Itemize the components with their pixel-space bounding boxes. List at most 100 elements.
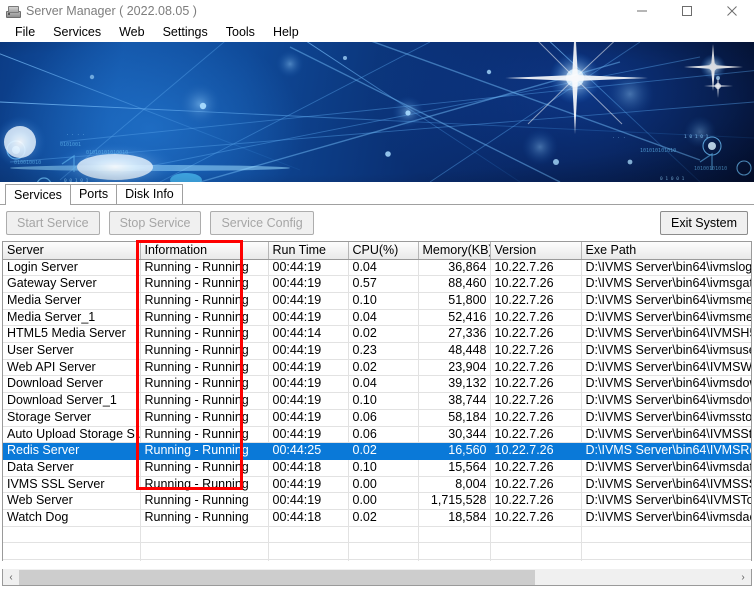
table-row[interactable]: Storage Server Running - Running 00:44:19 0…: [3, 409, 751, 427]
cell-server: HTML5 Media Server: [3, 325, 141, 344]
cell-information: Running - Running: [140, 275, 269, 293]
cell-server: Media Server_1: [3, 309, 141, 327]
table-row-empty[interactable]: [3, 526, 751, 544]
cell-memory: 8,004: [418, 476, 491, 494]
cell-version: 10.22.7.26: [490, 292, 582, 310]
column-header-version[interactable]: Version: [490, 242, 582, 260]
table-row[interactable]: Media Server_1 Running - Running 00:44:19 0…: [3, 309, 751, 327]
cell-cpu: 0.23: [348, 342, 419, 360]
cell-memory: 52,416: [418, 309, 491, 327]
menu-item-web[interactable]: Web: [110, 23, 153, 41]
cell-information: Running - Running: [140, 259, 269, 277]
table-header: Server Information Run Time CPU(%) Memor…: [3, 242, 751, 260]
table-row[interactable]: Media Server Running - Running 00:44:19 0.1…: [3, 292, 751, 310]
column-header-cpu[interactable]: CPU(%): [348, 242, 419, 260]
table-row[interactable]: IVMS SSL Server Running - Running 00:44:19…: [3, 476, 751, 494]
cell-exe-path: D:\IVMS Server\bin64\ivmsdownsvr: [581, 375, 751, 394]
toolbar: Start Service Stop Service Service Confi…: [0, 205, 754, 241]
cell-empty: [348, 526, 419, 544]
services-table: Server Information Run Time CPU(%) Memor…: [3, 242, 751, 561]
tab-services[interactable]: Services: [5, 184, 71, 205]
column-header-server[interactable]: Server: [3, 242, 141, 260]
window-controls: [619, 0, 754, 22]
cell-exe-path: D:\IVMS Server\bin64\ivmsdatasvr.: [581, 459, 751, 477]
cell-memory: 38,744: [418, 392, 491, 410]
cell-exe-path: D:\IVMS Server\bin64\ivmsgateway: [581, 275, 751, 293]
column-header-run-time[interactable]: Run Time: [268, 242, 349, 260]
cell-exe-path: D:\IVMS Server\bin64\IVMSStorage: [581, 426, 751, 444]
tab-disk-info[interactable]: Disk Info: [116, 184, 183, 204]
cell-memory: 88,460: [418, 275, 491, 293]
service-config-button[interactable]: Service Config: [210, 211, 314, 235]
cell-exe-path: D:\IVMS Server\bin64\IVMSTomcat: [581, 492, 751, 511]
cell-server: Login Server: [3, 259, 141, 277]
cell-server: Data Server: [3, 459, 141, 477]
table-row[interactable]: HTML5 Media Server Running - Running 00:44…: [3, 325, 751, 344]
cell-empty: [268, 559, 349, 561]
cell-empty: [268, 542, 349, 561]
cell-memory: 1,715,528: [418, 492, 491, 511]
menu-item-tools[interactable]: Tools: [217, 23, 264, 41]
scroll-left-icon[interactable]: ‹: [3, 570, 19, 585]
cell-server: Web API Server: [3, 359, 141, 377]
table-row[interactable]: Watch Dog Running - Running 00:44:18 0.02 18…: [3, 509, 751, 527]
cell-information: Running - Running: [140, 476, 269, 494]
table-row-empty[interactable]: [3, 559, 751, 561]
cell-empty: [140, 542, 269, 561]
cell-memory: 30,344: [418, 426, 491, 444]
cell-run-time: 00:44:19: [268, 342, 349, 360]
cell-server: Storage Server: [3, 409, 141, 427]
cell-empty: [581, 526, 751, 544]
cell-run-time: 00:44:19: [268, 292, 349, 310]
cell-information: Running - Running: [140, 492, 269, 511]
scrollbar-thumb[interactable]: [19, 569, 535, 585]
maximize-icon[interactable]: [664, 0, 709, 22]
cell-run-time: 00:44:25: [268, 442, 349, 460]
table-row[interactable]: Gateway Server Running - Running 00:44:19 0…: [3, 275, 751, 293]
column-header-exe-path[interactable]: Exe Path: [581, 242, 751, 260]
cell-run-time: 00:44:19: [268, 409, 349, 427]
services-table-container[interactable]: Server Information Run Time CPU(%) Memor…: [2, 241, 752, 561]
start-service-button[interactable]: Start Service: [6, 211, 100, 235]
menu-item-settings[interactable]: Settings: [154, 23, 217, 41]
cell-information: Running - Running: [140, 342, 269, 360]
scrollbar-track[interactable]: [19, 569, 735, 585]
cell-information: Running - Running: [140, 442, 269, 460]
cell-run-time: 00:44:19: [268, 375, 349, 394]
table-row[interactable]: Redis Server Running - Running 00:44:25 0.0…: [3, 442, 751, 460]
cell-information: Running - Running: [140, 309, 269, 327]
cell-cpu: 0.04: [348, 309, 419, 327]
menu-item-file[interactable]: File: [6, 23, 44, 41]
cell-exe-path: D:\IVMS Server\bin64\ivmsmediasv: [581, 309, 751, 327]
cell-version: 10.22.7.26: [490, 259, 582, 277]
menu-item-help[interactable]: Help: [264, 23, 308, 41]
table-row-empty[interactable]: [3, 542, 751, 561]
cell-server: Watch Dog: [3, 509, 141, 527]
cell-empty: [3, 559, 141, 561]
table-row[interactable]: Data Server Running - Running 00:44:18 0.10…: [3, 459, 751, 477]
window-title: Server Manager ( 2022.08.05 ): [26, 4, 197, 18]
column-header-information[interactable]: Information: [140, 242, 269, 260]
cell-exe-path: D:\IVMS Server\bin64\IVMSRedisSv: [581, 442, 751, 460]
cell-run-time: 00:44:19: [268, 476, 349, 494]
minimize-icon[interactable]: [619, 0, 664, 22]
exit-system-button[interactable]: Exit System: [660, 211, 748, 235]
scroll-right-icon[interactable]: ›: [735, 570, 751, 585]
cell-version: 10.22.7.26: [490, 459, 582, 477]
column-header-memory[interactable]: Memory(KB): [418, 242, 491, 260]
stop-service-button[interactable]: Stop Service: [108, 211, 202, 235]
table-row[interactable]: Web Server Running - Running 00:44:19 0.00 1…: [3, 492, 751, 511]
table-row[interactable]: Web API Server Running - Running 00:44:19 0…: [3, 359, 751, 377]
table-row[interactable]: Login Server Running - Running 00:44:19 0.0…: [3, 259, 751, 277]
tab-ports[interactable]: Ports: [69, 184, 118, 204]
cell-cpu: 0.57: [348, 275, 419, 293]
cell-empty: [581, 542, 751, 561]
table-row[interactable]: Download Server Running - Running 00:44:19…: [3, 375, 751, 394]
table-row[interactable]: User Server Running - Running 00:44:19 0.23…: [3, 342, 751, 360]
table-row[interactable]: Download Server_1 Running - Running 00:44:…: [3, 392, 751, 410]
table-row[interactable]: Auto Upload Storage S... Running - Runnin…: [3, 426, 751, 444]
menu-item-services[interactable]: Services: [44, 23, 110, 41]
cell-empty: [268, 526, 349, 544]
close-icon[interactable]: [709, 0, 754, 22]
horizontal-scrollbar[interactable]: ‹ ›: [2, 569, 752, 586]
